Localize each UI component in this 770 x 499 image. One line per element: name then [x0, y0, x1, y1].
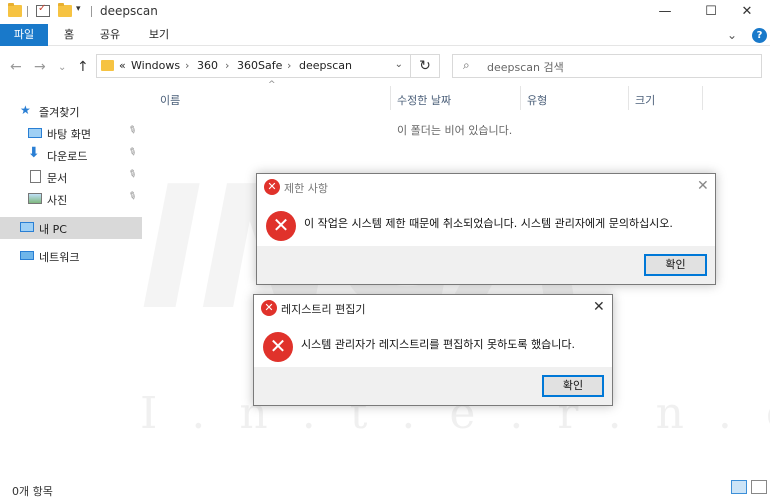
- search-input[interactable]: deepscan 검색: [487, 59, 564, 75]
- pin-icon[interactable]: ✎: [126, 190, 139, 204]
- minimize-button[interactable]: —: [642, 0, 688, 24]
- tab-file[interactable]: 파일: [0, 24, 48, 46]
- breadcrumb-360[interactable]: 360: [197, 59, 218, 72]
- breadcrumb-separator-icon[interactable]: ›: [287, 59, 291, 72]
- search-box[interactable]: ⌕ deepscan 검색: [452, 54, 762, 78]
- ribbon-expand-icon[interactable]: ⌄: [727, 28, 737, 42]
- pin-icon[interactable]: ✎: [126, 146, 139, 160]
- download-icon: ⬇: [28, 145, 40, 161]
- recent-locations-button[interactable]: ⌄: [58, 62, 66, 73]
- restriction-dialog: ✕ 제한 사항 ✕ ✕ 이 작업은 시스템 제한 때문에 취소되었습니다. 시스…: [256, 173, 716, 285]
- document-icon: [30, 170, 41, 183]
- column-header-name[interactable]: 이름: [160, 92, 180, 116]
- status-bar: 0개 항목: [0, 478, 770, 498]
- sidebar-item-label: 다운로드: [47, 150, 88, 163]
- address-overflow-icon[interactable]: «: [119, 59, 126, 72]
- column-header-type[interactable]: 유형: [527, 92, 547, 116]
- star-icon: ★: [20, 103, 31, 117]
- sidebar-item-label: 문서: [47, 172, 68, 185]
- breadcrumb-deepscan[interactable]: deepscan: [299, 59, 352, 72]
- sidebar-item-documents[interactable]: 문서 ✎: [0, 166, 142, 188]
- pc-icon: [20, 222, 34, 232]
- search-icon: ⌕: [463, 58, 470, 72]
- dialog-title: 제한 사항: [284, 182, 328, 195]
- column-header-date-modified[interactable]: 수정한 날짜: [397, 92, 451, 116]
- tab-home[interactable]: 홈: [58, 24, 80, 46]
- sort-ascending-icon: ^: [268, 80, 276, 90]
- ribbon-tabs: 파일 홈 공유 보기 ⌄ ?: [0, 24, 770, 46]
- qat-dropdown-icon[interactable]: ▾: [76, 4, 81, 14]
- forward-button[interactable]: →: [34, 59, 46, 75]
- ok-button[interactable]: 확인: [644, 254, 707, 276]
- sidebar-item-label: 네트워크: [39, 251, 80, 264]
- up-button[interactable]: ↑: [77, 59, 89, 75]
- sidebar-item-label: 내 PC: [39, 223, 67, 236]
- sidebar-item-pictures[interactable]: 사진 ✎: [0, 188, 142, 210]
- column-divider[interactable]: [390, 86, 391, 110]
- dialog-close-button[interactable]: ✕: [593, 299, 605, 315]
- large-icons-view-button[interactable]: [751, 480, 767, 494]
- refresh-button[interactable]: ↻: [411, 54, 440, 78]
- dialog-close-button[interactable]: ✕: [697, 178, 709, 194]
- error-icon: ✕: [263, 332, 293, 362]
- sidebar-item-this-pc[interactable]: 내 PC: [0, 217, 142, 239]
- dialog-message: 이 작업은 시스템 제한 때문에 취소되었습니다. 시스템 관리자에게 문의하십…: [304, 217, 673, 230]
- close-button[interactable]: ✕: [724, 0, 770, 24]
- ok-button[interactable]: 확인: [542, 375, 604, 397]
- properties-icon[interactable]: [36, 3, 50, 17]
- sidebar-item-label: 즐겨찾기: [39, 106, 80, 119]
- column-divider[interactable]: [702, 86, 703, 110]
- sidebar-item-desktop[interactable]: 바탕 화면 ✎: [0, 122, 142, 144]
- address-dropdown-icon[interactable]: ⌄: [395, 59, 403, 70]
- breadcrumb-windows[interactable]: Windows: [131, 59, 180, 72]
- pin-icon[interactable]: ✎: [126, 124, 139, 138]
- error-icon: ✕: [264, 179, 280, 195]
- sidebar-item-label: 바탕 화면: [47, 128, 91, 141]
- pin-icon[interactable]: ✎: [126, 168, 139, 182]
- folder-icon: [101, 60, 114, 71]
- desktop-icon: [28, 128, 42, 138]
- tab-share[interactable]: 공유: [96, 24, 124, 46]
- breadcrumb-separator-icon[interactable]: ›: [185, 59, 189, 72]
- folder-icon: [8, 3, 22, 17]
- dialog-message: 시스템 관리자가 레지스트리를 편집하지 못하도록 했습니다.: [301, 338, 575, 351]
- sidebar-item-label: 사진: [47, 194, 68, 207]
- column-header-size[interactable]: 크기: [635, 92, 655, 116]
- item-count: 0개 항목: [12, 485, 53, 498]
- sidebar-item-favorites[interactable]: ★ 즐겨찾기: [0, 100, 142, 122]
- error-icon: ✕: [266, 211, 296, 241]
- network-icon: [20, 251, 34, 260]
- details-view-button[interactable]: [731, 480, 747, 494]
- sidebar-item-downloads[interactable]: ⬇ 다운로드 ✎: [0, 144, 142, 166]
- empty-folder-message: 이 폴더는 비어 있습니다.: [397, 124, 513, 137]
- divider: [91, 6, 92, 17]
- breadcrumb-separator-icon[interactable]: ›: [225, 59, 229, 72]
- tab-view[interactable]: 보기: [146, 24, 172, 46]
- navigation-pane: ★ 즐겨찾기 바탕 화면 ✎ ⬇ 다운로드 ✎ 문서 ✎ 사진 ✎ 내 PC 네…: [0, 96, 142, 466]
- divider: [27, 6, 28, 17]
- title-bar: ▾ deepscan — ☐ ✕: [0, 0, 770, 24]
- help-icon[interactable]: ?: [752, 28, 767, 43]
- column-divider[interactable]: [520, 86, 521, 110]
- dialog-footer: 확인: [254, 367, 612, 405]
- address-bar[interactable]: « Windows › 360 › 360Safe › deepscan ⌄: [96, 54, 411, 78]
- back-button[interactable]: ←: [10, 59, 22, 75]
- registry-editor-dialog: ✕ 레지스트리 편집기 ✕ ✕ 시스템 관리자가 레지스트리를 편집하지 못하도…: [253, 294, 613, 406]
- error-icon: ✕: [261, 300, 277, 316]
- column-divider[interactable]: [628, 86, 629, 110]
- window-title: deepscan: [100, 4, 158, 18]
- sidebar-item-network[interactable]: 네트워크: [0, 245, 142, 267]
- breadcrumb-360safe[interactable]: 360Safe: [237, 59, 282, 72]
- new-folder-icon[interactable]: [58, 3, 72, 17]
- picture-icon: [28, 193, 42, 204]
- dialog-title: 레지스트리 편집기: [281, 303, 366, 316]
- dialog-footer: 확인: [257, 246, 715, 284]
